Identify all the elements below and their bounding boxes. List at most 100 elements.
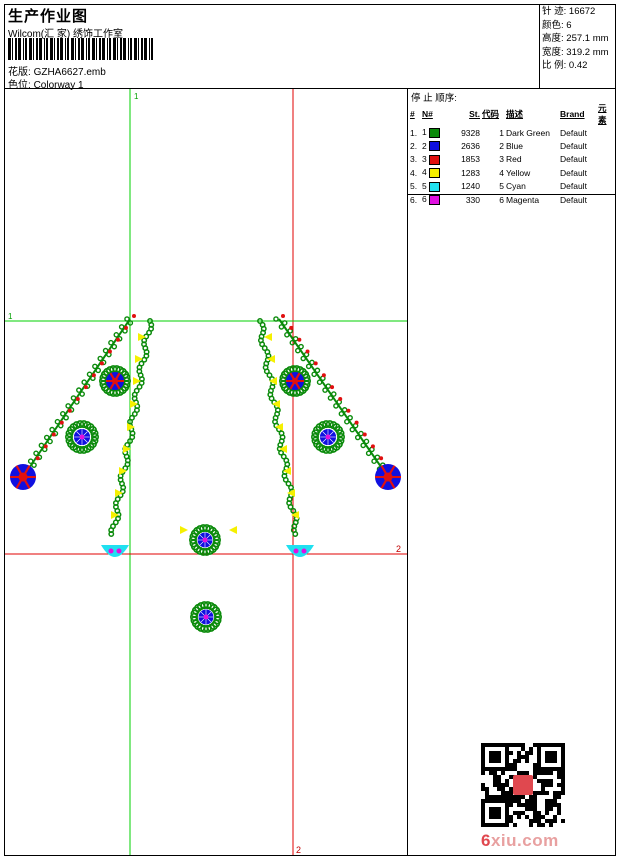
vine-berry xyxy=(313,361,318,366)
qr-module xyxy=(509,791,513,795)
vine-berry xyxy=(362,432,367,437)
qr-module xyxy=(517,811,521,815)
qr-module xyxy=(537,791,541,795)
qr-finder-core xyxy=(545,751,557,763)
qr-module xyxy=(537,771,541,775)
qr-module xyxy=(509,819,513,823)
qr-module xyxy=(541,791,545,795)
qr-code-image xyxy=(481,743,565,827)
barcode-bar xyxy=(102,38,105,60)
barcode-bar xyxy=(107,38,108,60)
vine-leaf xyxy=(360,442,367,449)
qr-module xyxy=(481,771,485,775)
color-row: 6. 6 330 6 Magenta Default xyxy=(409,193,615,206)
vine-leaf xyxy=(33,450,39,457)
vine-leaf xyxy=(365,450,372,457)
qr-module xyxy=(501,787,505,791)
vine-leaf xyxy=(79,391,85,397)
qr-module xyxy=(513,767,517,771)
row-description: Magenta xyxy=(506,194,540,205)
flower-dot xyxy=(79,434,85,440)
vine-leaf xyxy=(273,316,279,322)
vine-leaf xyxy=(54,418,61,425)
row-description: Cyan xyxy=(506,181,526,192)
barcode-bar xyxy=(117,38,118,60)
vine-berry xyxy=(305,349,310,354)
color-swatch xyxy=(429,128,441,139)
color-row: 1. 1 9328 1 Dark Green Default xyxy=(409,126,615,139)
vine-leaf xyxy=(354,434,361,441)
barcode-bar xyxy=(57,38,59,60)
qr-module xyxy=(505,791,509,795)
vine-leaf xyxy=(31,462,37,468)
row-code: 2 xyxy=(499,141,504,152)
vine-leaf xyxy=(47,438,53,445)
red-flower-motif xyxy=(106,372,124,390)
barcode-bar xyxy=(65,38,66,60)
row-needle: 3 xyxy=(421,153,445,166)
color-swatch xyxy=(429,181,441,192)
qr-module xyxy=(521,743,525,747)
barcode-bar xyxy=(60,38,63,60)
qr-module xyxy=(481,787,485,791)
qr-module xyxy=(553,803,557,807)
row-index: 3. xyxy=(410,154,418,165)
yellow-leaf xyxy=(180,526,188,534)
barcode-bar xyxy=(67,38,69,60)
qr-module xyxy=(561,779,565,783)
qr-module xyxy=(529,803,533,807)
barcode-bar xyxy=(39,38,42,60)
barcode-bar xyxy=(130,38,132,60)
row-stitches: 1240 xyxy=(461,181,480,192)
qr-module xyxy=(529,751,533,755)
vine-leaf xyxy=(374,454,381,461)
barcode-bar xyxy=(128,38,129,60)
row-needle: 5 xyxy=(421,180,445,193)
barcode-image xyxy=(8,38,153,60)
qr-module xyxy=(501,791,505,795)
qr-module xyxy=(545,807,549,811)
qr-module xyxy=(553,795,557,799)
qr-module xyxy=(497,795,501,799)
vine-leaf xyxy=(49,426,55,433)
row-brand: Default xyxy=(560,154,587,165)
vine-berry xyxy=(91,373,96,378)
qr-module xyxy=(505,783,509,787)
qr-module xyxy=(549,779,553,783)
qr-module xyxy=(525,759,529,763)
vine-motif xyxy=(273,314,392,480)
barcode-bar xyxy=(46,38,48,60)
wavy-leaf xyxy=(292,531,299,537)
row-stitches: 1853 xyxy=(461,154,480,165)
qr-module xyxy=(545,791,549,795)
barcode-bar xyxy=(88,38,90,60)
row-index: 6. xyxy=(410,194,418,205)
row-code: 6 xyxy=(499,194,504,205)
vine-leaf xyxy=(322,387,328,393)
vine-berry xyxy=(43,444,48,449)
flower-motif xyxy=(189,524,222,556)
embroidery-preview: 1 1 2 2 xyxy=(5,89,407,855)
row-brand: Default xyxy=(560,167,587,178)
vine-leaf xyxy=(43,434,50,441)
flower-core xyxy=(383,472,393,482)
stat-scale: 比 例: 0.42 xyxy=(542,60,588,71)
qr-module xyxy=(521,771,525,775)
qr-module xyxy=(553,791,557,795)
flower-core xyxy=(291,377,299,385)
qr-module xyxy=(545,799,549,803)
qr-module xyxy=(553,819,557,823)
vine-leaf xyxy=(289,339,296,346)
vine-leaf xyxy=(113,331,120,338)
vine-leaf xyxy=(278,324,285,330)
qr-module xyxy=(545,819,549,823)
vine-berry xyxy=(370,444,375,449)
barcode-bar xyxy=(33,38,34,60)
cyan-cup-motif xyxy=(101,545,129,557)
cup-dot xyxy=(116,548,122,554)
vine-leaf xyxy=(325,383,332,389)
vine-berry xyxy=(59,420,64,425)
barcode-bar xyxy=(149,38,150,60)
qr-module xyxy=(529,799,533,803)
vine-leaf xyxy=(347,414,353,421)
